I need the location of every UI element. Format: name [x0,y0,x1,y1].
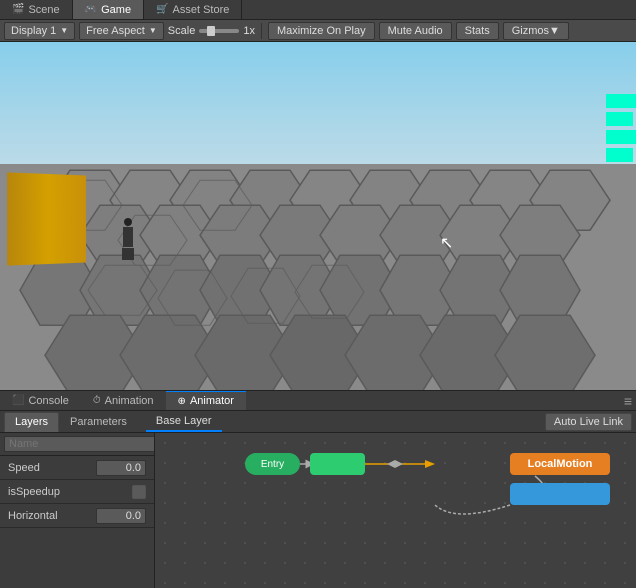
mouse-cursor: ↖ [440,233,453,253]
maximize-on-play-btn[interactable]: Maximize On Play [268,22,375,40]
bottom-panel: ⬛ Console ⏱ Animation ⊕ Animator ≡ Layer… [0,390,636,587]
tab-animator[interactable]: ⊕ Animator [166,391,246,410]
state-node-localmotion[interactable]: LocalMotion [510,453,610,475]
cyan-bar-4 [606,148,633,162]
animation-icon: ⏱ [93,395,101,406]
scale-slider[interactable] [199,29,239,33]
param-panel: + Speed isSpeedup Horizontal [0,433,636,588]
console-icon: ⬛ [12,395,24,406]
sub-tab-layers[interactable]: Layers [4,412,59,432]
param-name-horizontal: Horizontal [8,510,96,522]
display-selector[interactable]: Display 1 ▼ [4,22,75,40]
asset-store-icon: 🛒 [156,4,168,15]
toolbar-separator-1 [261,23,262,39]
auto-live-link-btn[interactable]: Auto Live Link [545,413,632,431]
scale-control: Scale 1x [168,25,255,37]
cyan-bar-1 [606,94,636,108]
game-icon: 🎮 [85,4,97,15]
param-row-speed: Speed [0,456,154,480]
game-viewport: ↖ [0,42,636,390]
char-leg-right [128,248,132,260]
base-layer-tab[interactable]: Base Layer [146,412,222,432]
param-row-isspeedup: isSpeedup [0,480,154,504]
param-name-isspeedup: isSpeedup [8,486,132,498]
hex-floor [0,164,636,390]
stats-btn[interactable]: Stats [456,22,499,40]
param-search-row: + [0,433,154,456]
state-node-blue[interactable] [510,483,610,505]
character [120,218,136,258]
char-leg-left [122,248,126,260]
param-left-panel: + Speed isSpeedup Horizontal [0,433,155,588]
param-row-horizontal: Horizontal [0,504,154,528]
tab-animation[interactable]: ⏱ Animation [81,391,166,410]
cyan-bar-3 [606,130,636,144]
aspect-dropdown-arrow: ▼ [149,26,157,35]
animator-sub-tab-bar: Layers Parameters Base Layer Auto Live L… [0,411,636,433]
aspect-selector[interactable]: Free Aspect ▼ [79,22,164,40]
tab-game[interactable]: 🎮 Game [73,0,144,19]
panel-options-btn[interactable]: ≡ [624,393,636,409]
cyan-bar-2 [606,112,633,126]
state-node-green[interactable] [310,453,365,475]
bottom-tab-bar: ⬛ Console ⏱ Animation ⊕ Animator ≡ [0,391,636,411]
param-checkbox-isspeedup[interactable] [132,485,146,499]
yellow-wall [7,173,86,266]
display-dropdown-arrow: ▼ [60,26,68,35]
sub-tab-parameters[interactable]: Parameters [59,412,138,432]
gizmos-btn[interactable]: Gizmos ▼ [503,22,569,40]
top-tab-bar: 🎬 Scene 🎮 Game 🛒 Asset Store [0,0,636,20]
tab-asset-store[interactable]: 🛒 Asset Store [144,0,242,19]
tab-console[interactable]: ⬛ Console [0,391,81,410]
param-search-input[interactable] [4,436,155,452]
param-value-horizontal[interactable] [96,508,146,524]
char-head [124,218,132,226]
char-body [123,227,133,247]
animator-icon: ⊕ [178,396,186,407]
tab-scene[interactable]: 🎬 Scene [0,0,73,19]
scene-icon: 🎬 [12,4,24,15]
game-toolbar: Display 1 ▼ Free Aspect ▼ Scale 1x Maxim… [0,20,636,42]
param-name-speed: Speed [8,462,96,474]
gizmos-dropdown-arrow: ▼ [549,25,560,37]
char-legs [122,248,134,260]
animator-graph[interactable]: Entry LocalMotion [155,433,636,588]
mute-audio-btn[interactable]: Mute Audio [379,22,452,40]
param-value-speed[interactable] [96,460,146,476]
entry-node[interactable]: Entry [245,453,300,475]
